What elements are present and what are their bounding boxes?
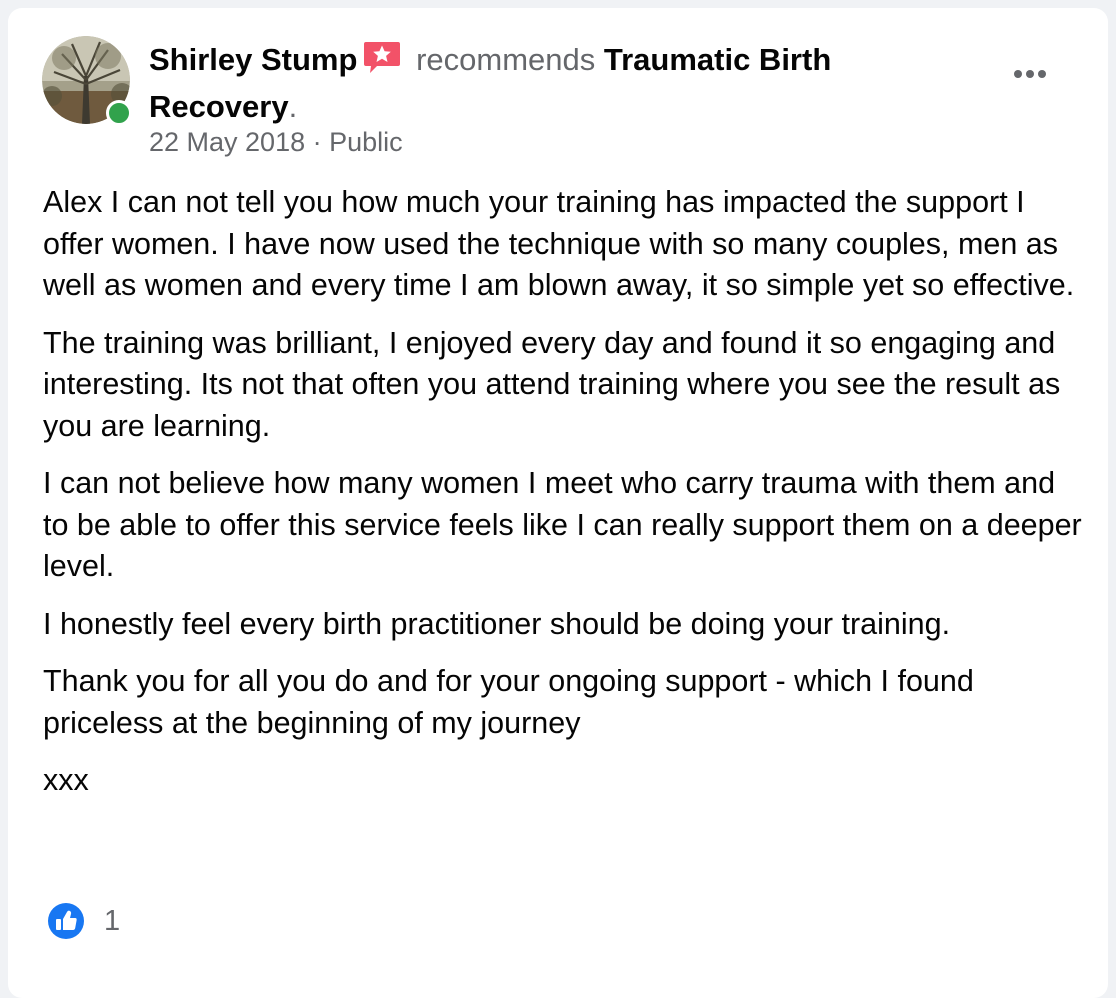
post-paragraph: I can not believe how many women I meet … <box>43 466 1082 583</box>
avatar[interactable] <box>42 36 132 126</box>
post-meta: 22 May 2018 · Public <box>149 124 403 160</box>
more-options-button[interactable] <box>1006 58 1054 90</box>
post-paragraph: Alex I can not tell you how much your tr… <box>43 185 1075 302</box>
online-status-dot <box>106 100 132 126</box>
post-paragraph: The training was brilliant, I enjoyed ev… <box>43 325 1061 443</box>
author-name[interactable]: Shirley Stump <box>149 42 357 77</box>
more-options-icon-dot <box>1026 70 1034 78</box>
reaction-count: 1 <box>104 904 121 937</box>
post-paragraph: I honestly feel every birth practitioner… <box>43 606 951 641</box>
audience-label: Public <box>329 127 403 157</box>
post-header: Shirley Stump recommends Traumatic Birth… <box>149 38 969 128</box>
more-options-icon-dot <box>1038 70 1046 78</box>
recommendation-badge-icon <box>363 40 401 85</box>
reactions-bar[interactable]: 1 <box>48 903 120 939</box>
post-paragraph: xxx <box>43 763 89 797</box>
post-date[interactable]: 22 May 2018 <box>149 127 305 157</box>
header-period: . <box>288 89 298 124</box>
recommends-text: recommends <box>416 42 596 77</box>
post-paragraph: Thank you for all you do and for your on… <box>43 664 974 740</box>
review-post-card: Shirley Stump recommends Traumatic Birth… <box>8 8 1108 998</box>
meta-separator: · <box>305 127 330 157</box>
like-icon <box>48 903 84 939</box>
more-options-icon <box>1014 70 1022 78</box>
post-body: Alex I can not tell you how much your tr… <box>43 182 1083 818</box>
